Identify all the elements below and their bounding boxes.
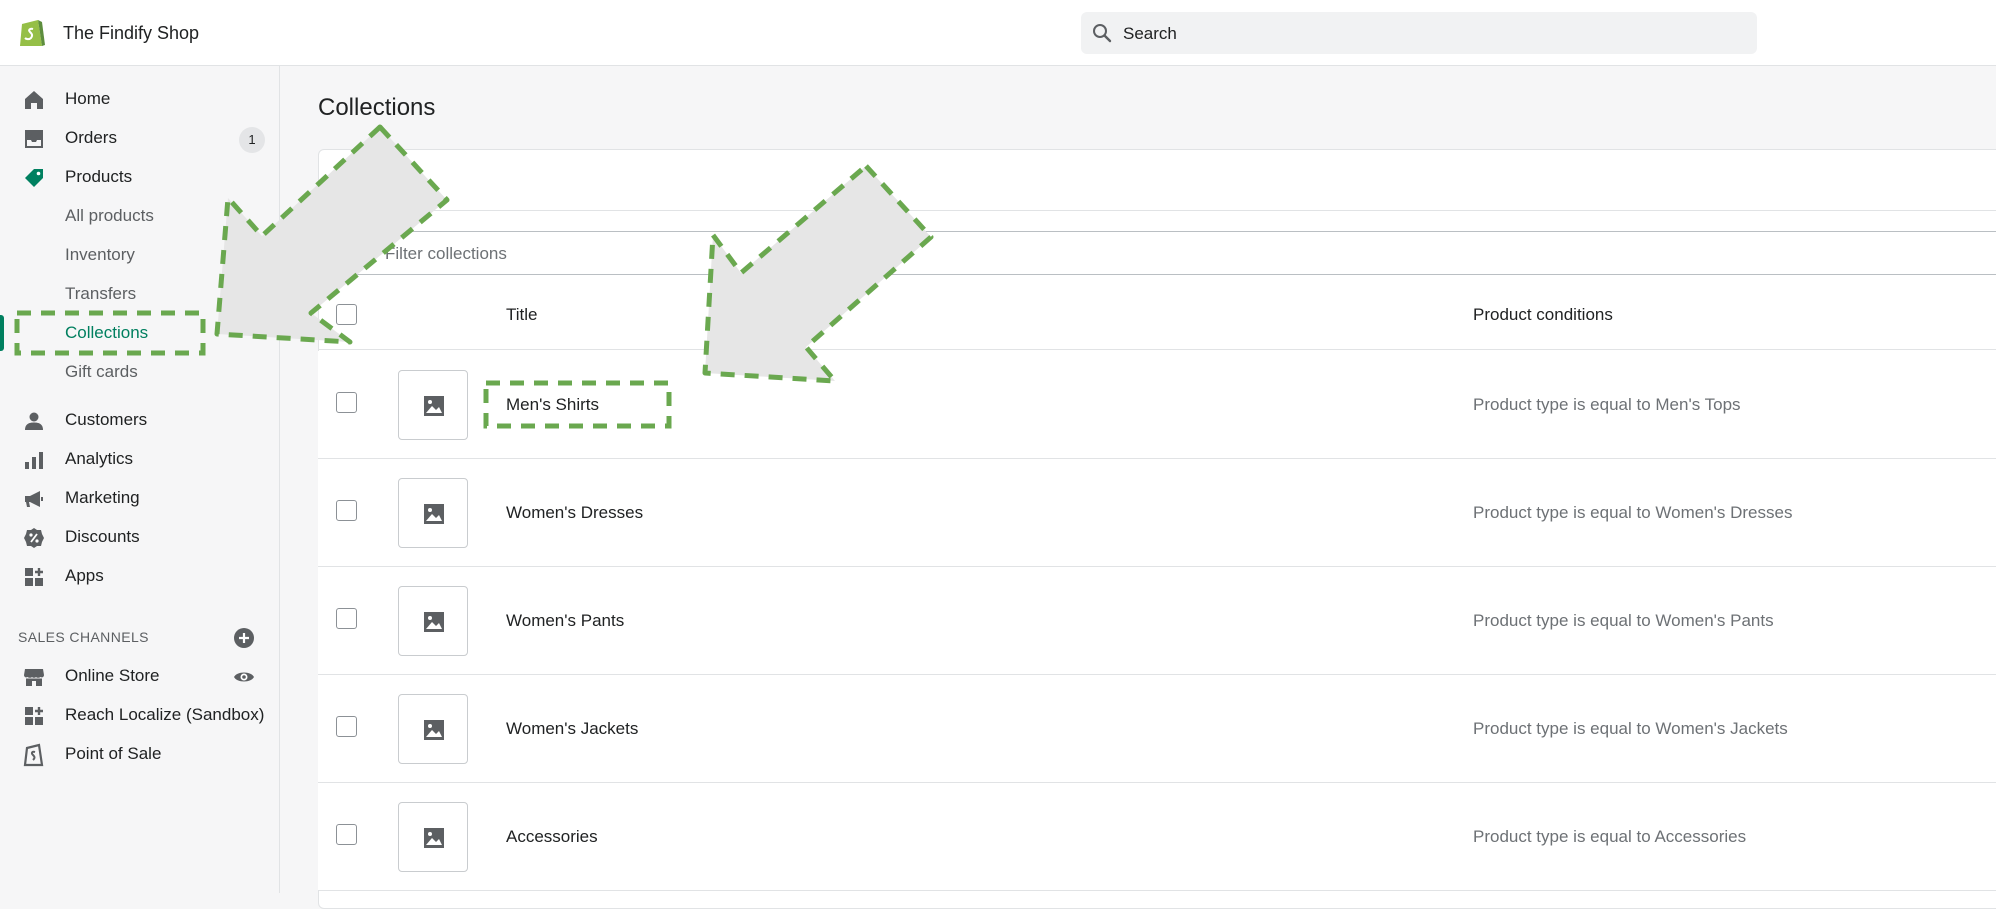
orders-icon xyxy=(25,130,43,148)
sidebar-item-customers[interactable]: Customers xyxy=(0,402,280,438)
collection-conditions: Product type is equal to Women's Pants xyxy=(1473,611,1774,630)
column-title[interactable]: Title xyxy=(506,305,538,325)
store-icon xyxy=(24,669,44,686)
collection-title-link[interactable]: Men's Shirts xyxy=(506,395,599,415)
search-icon xyxy=(1093,24,1112,43)
row-checkbox[interactable] xyxy=(336,608,357,629)
sidebar-item-transfers[interactable]: Transfers xyxy=(0,276,280,312)
sidebar-item-label: Analytics xyxy=(65,449,134,468)
bar-chart-icon xyxy=(25,452,43,469)
row-checkbox[interactable] xyxy=(336,500,357,521)
filter-collections-input[interactable]: Filter collections xyxy=(318,231,1996,275)
table-row[interactable]: Women's Pants Product type is equal to W… xyxy=(318,567,1996,675)
row-checkbox[interactable] xyxy=(336,392,357,413)
row-checkbox[interactable] xyxy=(336,824,357,845)
discount-icon xyxy=(24,528,44,548)
column-product-conditions: Product conditions xyxy=(1473,305,1613,324)
sidebar-item-apps[interactable]: Apps xyxy=(0,558,280,594)
collection-conditions: Product type is equal to Accessories xyxy=(1473,827,1747,846)
image-placeholder-icon xyxy=(424,828,444,848)
sidebar-item-label: Orders xyxy=(65,128,117,147)
collection-thumbnail xyxy=(398,370,468,440)
collection-thumbnail xyxy=(398,478,468,548)
image-placeholder-icon xyxy=(424,720,444,740)
sidebar-item-analytics[interactable]: Analytics xyxy=(0,441,280,477)
search-bar[interactable]: Search xyxy=(1081,12,1757,54)
eye-icon[interactable] xyxy=(233,666,255,688)
collection-conditions: Product type is equal to Men's Tops xyxy=(1473,395,1741,414)
filter-placeholder: Filter collections xyxy=(385,244,507,263)
add-sales-channel-icon[interactable] xyxy=(233,627,255,649)
collection-conditions: Product type is equal to Women's Jackets xyxy=(1473,719,1788,738)
sidebar-item-products[interactable]: Products xyxy=(0,159,280,195)
sidebar-item-all-products[interactable]: All products xyxy=(0,198,280,234)
sidebar-item-label: Products xyxy=(65,167,133,186)
sidebar-item-label: All products xyxy=(65,206,154,225)
collection-thumbnail xyxy=(398,694,468,764)
sidebar-item-reach-localize[interactable]: Reach Localize (Sandbox) xyxy=(0,697,280,733)
table-row[interactable]: Women's Jackets Product type is equal to… xyxy=(318,675,1996,783)
select-all-checkbox[interactable] xyxy=(336,304,357,325)
search-label: Search xyxy=(1123,24,1177,43)
shop-name[interactable]: The Findify Shop xyxy=(63,23,199,44)
tabs-divider xyxy=(318,210,1996,211)
collection-title-link[interactable]: Accessories xyxy=(506,827,598,847)
sidebar-item-home[interactable]: Home xyxy=(0,81,280,117)
collection-title-link[interactable]: Women's Pants xyxy=(506,611,624,631)
sidebar-item-online-store[interactable]: Online Store xyxy=(0,658,280,694)
apps-icon xyxy=(25,707,43,725)
sidebar-item-label: Inventory xyxy=(65,245,135,264)
sidebar-item-label: Discounts xyxy=(65,527,140,546)
collection-thumbnail xyxy=(398,586,468,656)
page-title: Collections xyxy=(318,94,436,121)
sidebar-item-label: Point of Sale xyxy=(65,744,162,763)
collection-title-link[interactable]: Women's Dresses xyxy=(506,503,643,523)
sales-channels-title: SALES CHANNELS xyxy=(18,629,149,645)
home-icon xyxy=(25,91,43,109)
table-row[interactable]: Women's Dresses Product type is equal to… xyxy=(318,459,1996,567)
sidebar-item-marketing[interactable]: Marketing xyxy=(0,480,280,516)
sidebar-item-label: Marketing xyxy=(65,488,140,507)
sidebar-item-inventory[interactable]: Inventory xyxy=(0,237,280,273)
table-row[interactable]: Accessories Product type is equal to Acc… xyxy=(318,783,1996,891)
sidebar-item-label: Customers xyxy=(65,410,148,429)
sidebar: Home Orders 1 Products All products Inve… xyxy=(0,66,280,893)
top-bar: The Findify Shop Search xyxy=(0,0,1996,66)
sidebar-item-discounts[interactable]: Discounts xyxy=(0,519,280,555)
sidebar-item-orders[interactable]: Orders 1 xyxy=(0,120,280,156)
sidebar-item-label: Apps xyxy=(65,566,104,585)
collection-thumbnail xyxy=(398,802,468,872)
sidebar-item-label: Home xyxy=(65,89,111,108)
sidebar-item-label: Collections xyxy=(65,323,149,342)
apps-icon xyxy=(25,568,43,586)
megaphone-icon xyxy=(25,491,43,507)
table-row[interactable]: Men's Shirts Product type is equal to Me… xyxy=(318,351,1996,459)
pos-icon xyxy=(23,743,44,767)
collection-conditions: Product type is equal to Women's Dresses xyxy=(1473,503,1793,522)
sidebar-item-label: Transfers xyxy=(65,284,137,303)
tag-icon xyxy=(25,169,43,187)
sidebar-item-point-of-sale[interactable]: Point of Sale xyxy=(0,736,280,772)
sidebar-item-gift-cards[interactable]: Gift cards xyxy=(0,354,280,390)
person-icon xyxy=(25,412,43,430)
image-placeholder-icon xyxy=(424,504,444,524)
sidebar-item-collections[interactable]: Collections xyxy=(0,315,280,351)
image-placeholder-icon xyxy=(424,612,444,632)
image-placeholder-icon xyxy=(424,396,444,416)
active-indicator xyxy=(0,315,4,351)
shopify-logo-icon[interactable] xyxy=(18,16,46,48)
sidebar-item-label: Gift cards xyxy=(65,362,138,381)
sidebar-item-label: Reach Localize (Sandbox) xyxy=(65,705,265,724)
orders-count-badge: 1 xyxy=(239,127,265,153)
collection-title-link[interactable]: Women's Jackets xyxy=(506,719,638,739)
row-checkbox[interactable] xyxy=(336,716,357,737)
table-header: Title Product conditions xyxy=(318,276,1996,350)
sidebar-item-label: Online Store xyxy=(65,666,160,685)
